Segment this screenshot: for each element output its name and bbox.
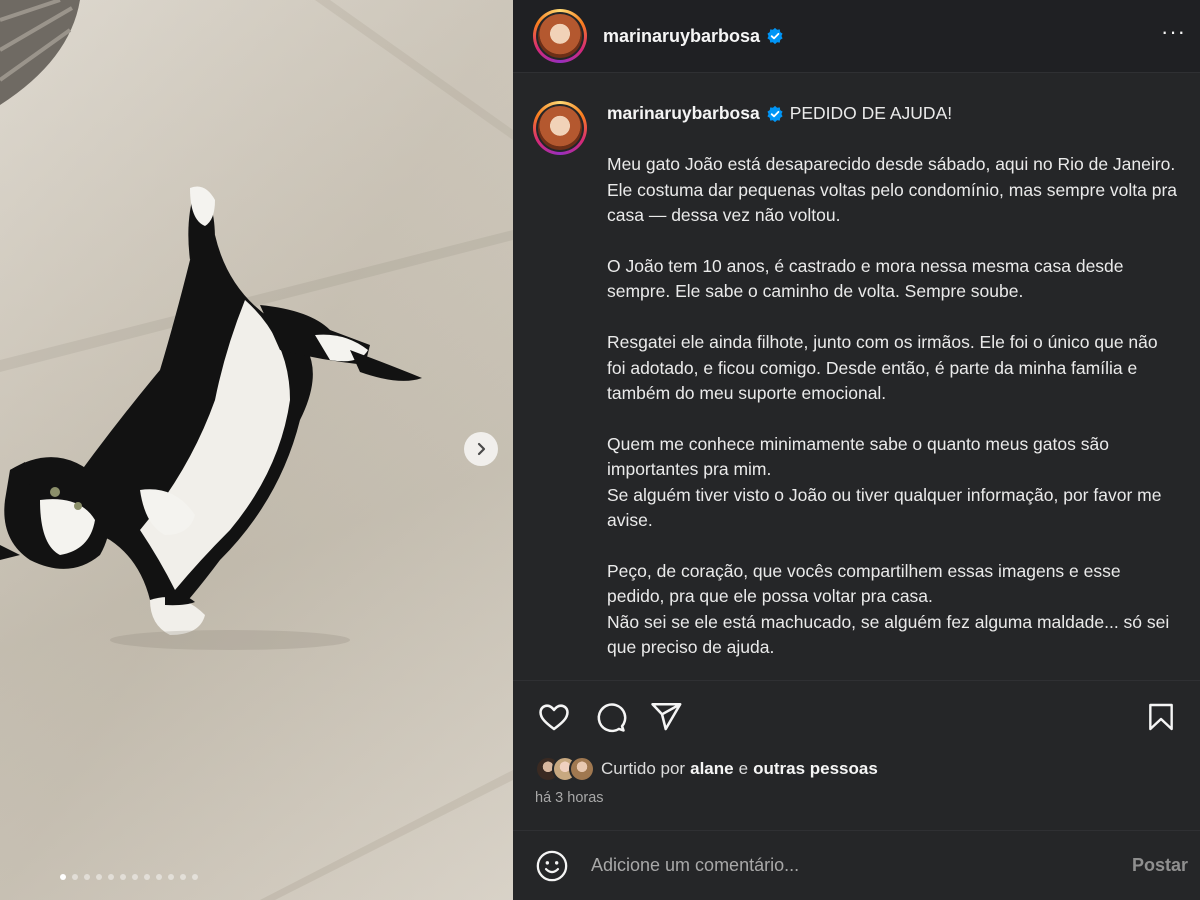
carousel-dot — [180, 874, 186, 880]
likes-prefix: Curtido por — [601, 759, 686, 778]
caption-paragraph: Meu gato João está desaparecido desde sá… — [607, 154, 1178, 226]
carousel-next-button[interactable] — [464, 432, 498, 466]
carousel-dot — [120, 874, 126, 880]
carousel-dot — [156, 874, 162, 880]
carousel-dot — [96, 874, 102, 880]
chevron-right-icon — [477, 442, 486, 456]
post-detail-panel: marinaruybarbosa ··· marinaruybarbosa PE… — [513, 0, 1200, 900]
bookmark-icon — [1149, 703, 1173, 731]
likes-others-link[interactable]: outras pessoas — [753, 759, 878, 779]
caption-author-avatar[interactable] — [533, 101, 587, 155]
verified-badge-icon — [767, 105, 783, 123]
caption-paragraph: Peço, de coração, que vocês compartilhem… — [607, 560, 1170, 658]
caption-body: Meu gato João está desaparecido desde sá… — [607, 152, 1179, 660]
paper-plane-icon — [651, 702, 682, 731]
smiley-icon[interactable] — [535, 849, 569, 883]
comment-input[interactable] — [591, 855, 1132, 876]
post-timestamp[interactable]: há 3 horas — [513, 785, 1200, 811]
carousel-dot — [108, 874, 114, 880]
carousel-dot — [60, 874, 66, 880]
like-button[interactable] — [535, 698, 573, 736]
post-comment-button[interactable]: Postar — [1132, 855, 1188, 876]
carousel-dot — [84, 874, 90, 880]
caption-paragraph: O João tem 10 anos, é castrado e mora ne… — [607, 256, 1124, 302]
author-username[interactable]: marinaruybarbosa — [603, 26, 760, 47]
comment-bubble-icon — [597, 703, 627, 733]
comment-button[interactable] — [591, 698, 629, 736]
cat-photo — [0, 0, 513, 900]
caption-paragraph: Resgatei ele ainda filhote, junto com os… — [607, 332, 1158, 404]
carousel-dot — [72, 874, 78, 880]
liker-username[interactable]: alane — [690, 759, 733, 779]
caption-username[interactable]: marinaruybarbosa — [607, 101, 760, 126]
carousel-dot — [132, 874, 138, 880]
post-header: marinaruybarbosa ··· — [513, 0, 1200, 73]
likes-summary: Curtido por alane e outras pessoas — [513, 753, 1200, 785]
avatar — [569, 756, 595, 782]
save-button[interactable] — [1142, 698, 1180, 736]
likes-conjunction: e — [738, 759, 749, 778]
more-options-icon[interactable]: ··· — [1161, 21, 1186, 51]
caption-title: PEDIDO DE AJUDA! — [789, 103, 953, 124]
caption-paragraph: Quem me conhece minimamente sabe o quant… — [607, 433, 1162, 531]
instagram-post-view: marinaruybarbosa ··· marinaruybarbosa PE… — [0, 0, 1200, 900]
action-bar — [513, 681, 1200, 753]
carousel-indicator — [60, 874, 198, 880]
verified-badge-icon — [767, 27, 783, 45]
post-media[interactable] — [0, 0, 513, 900]
carousel-dot — [144, 874, 150, 880]
carousel-dot — [168, 874, 174, 880]
share-button[interactable] — [647, 698, 685, 736]
author-avatar[interactable] — [533, 9, 587, 63]
liker-avatars[interactable] — [535, 756, 595, 782]
comment-composer: Postar — [513, 830, 1200, 900]
heart-icon — [539, 704, 569, 731]
carousel-dot — [192, 874, 198, 880]
caption-text: marinaruybarbosa PEDIDO DE AJUDA! Meu ga… — [607, 101, 1179, 680]
caption-section: marinaruybarbosa PEDIDO DE AJUDA! Meu ga… — [513, 73, 1200, 680]
